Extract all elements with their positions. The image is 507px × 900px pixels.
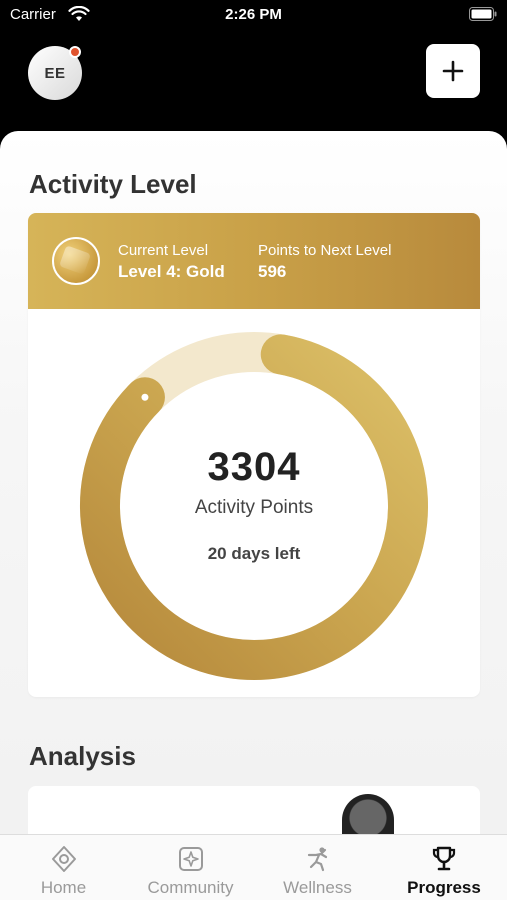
tab-progress[interactable]: Progress	[381, 835, 507, 900]
activity-points-value: 3304	[207, 445, 301, 489]
next-level-value: 596	[258, 262, 287, 281]
avatar-initials: EE	[44, 64, 66, 82]
battery-icon	[469, 7, 497, 21]
tab-home[interactable]: Home	[0, 835, 127, 900]
tab-bar: Home Community Wellness Progress	[0, 834, 507, 900]
level-header: Current Level Level 4: Gold Points to Ne…	[28, 213, 480, 309]
notification-dot	[69, 46, 81, 58]
home-icon	[51, 846, 76, 872]
status-time: 2:26 PM	[225, 6, 282, 23]
community-icon	[178, 847, 203, 871]
gold-medal-icon	[52, 237, 100, 285]
content-sheet: Activity Level Current Level Level 4: Go…	[0, 131, 507, 900]
tab-community[interactable]: Community	[127, 835, 254, 900]
tab-home-label: Home	[40, 878, 87, 897]
days-left-label: 20 days left	[207, 544, 301, 563]
activity-level-card: Current Level Level 4: Gold Points to Ne…	[28, 213, 480, 697]
wellness-icon	[307, 847, 327, 872]
add-button[interactable]	[426, 44, 480, 98]
plus-icon	[442, 60, 464, 82]
current-level-value: Level 4: Gold	[118, 262, 225, 281]
tab-community-label: Community	[147, 878, 234, 897]
next-level-label: Points to Next Level	[258, 242, 392, 259]
activity-level-title: Activity Level	[29, 169, 197, 199]
tab-progress-label: Progress	[407, 878, 481, 897]
status-bar: Carrier 2:26 PM	[0, 0, 507, 32]
trophy-icon	[432, 846, 456, 871]
current-level-label: Current Level	[118, 242, 209, 259]
tab-wellness[interactable]: Wellness	[254, 835, 381, 900]
analysis-title: Analysis	[29, 741, 136, 771]
profile-avatar[interactable]: EE	[28, 46, 82, 100]
activity-points-label: Activity Points	[194, 497, 314, 518]
tab-wellness-label: Wellness	[283, 878, 352, 897]
progress-end-dot	[141, 393, 149, 401]
